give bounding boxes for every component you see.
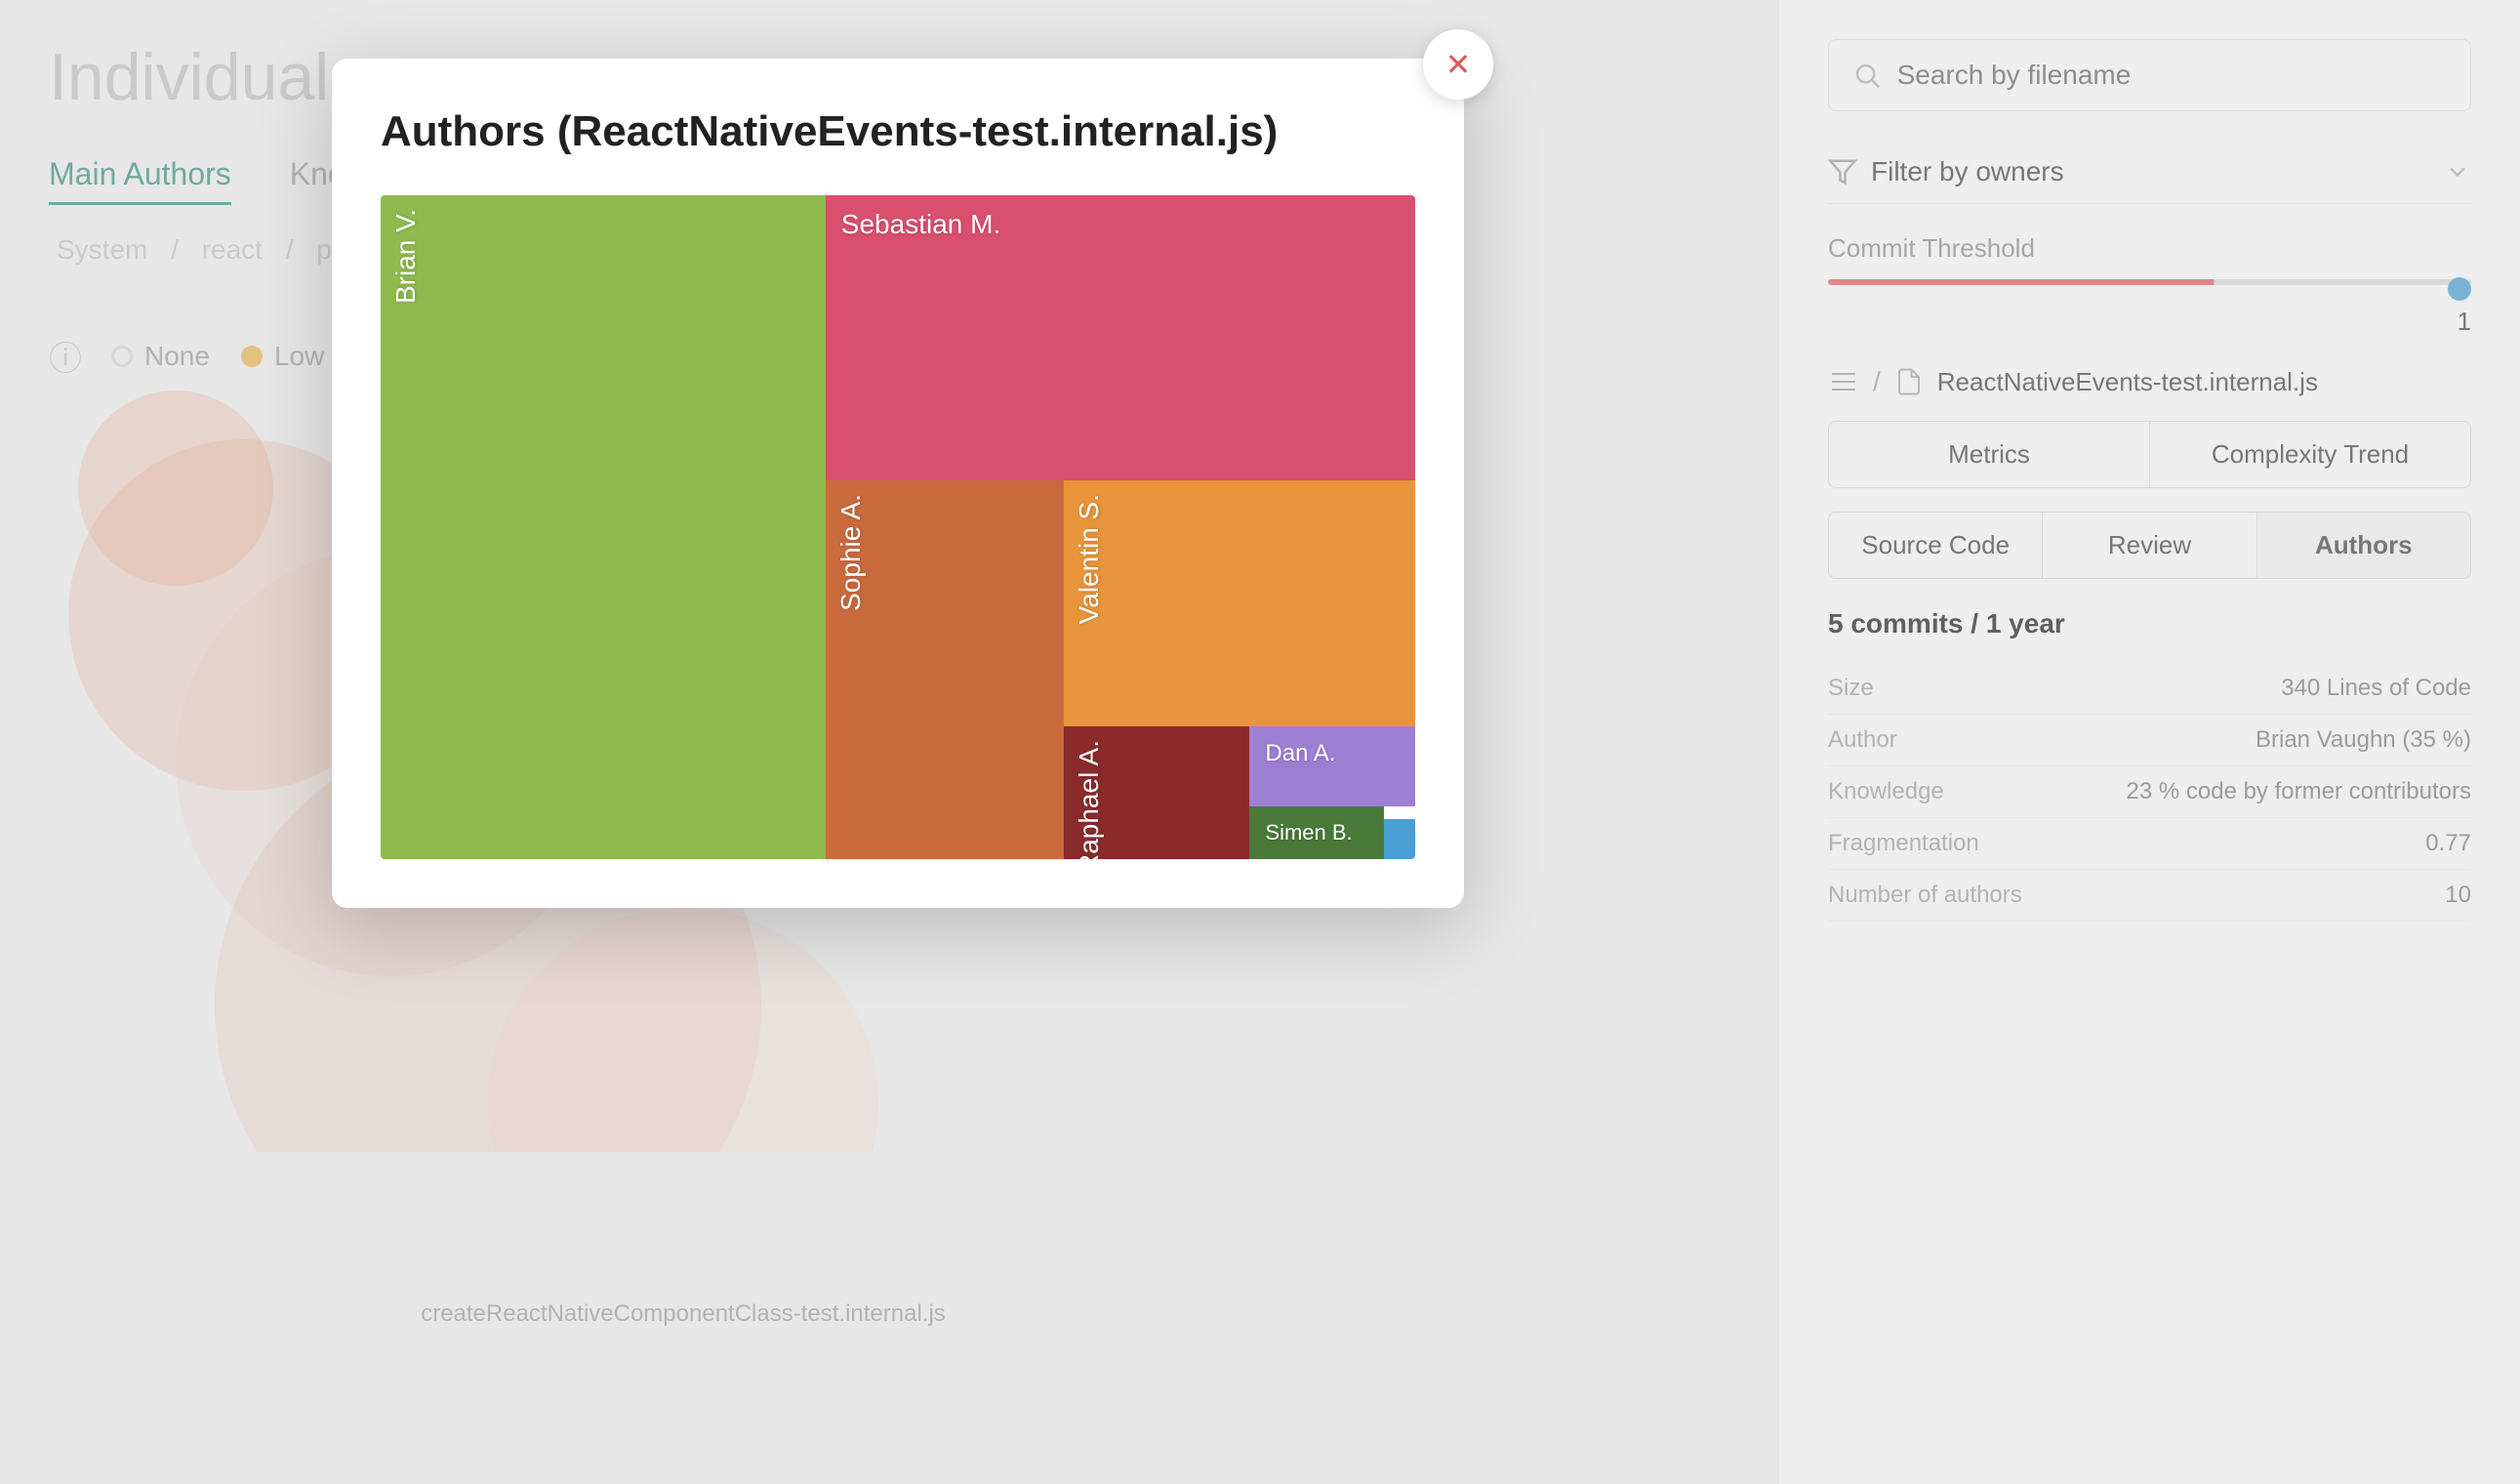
treemap-cell-raphael: Raphael A. (1064, 726, 1250, 859)
treemap-cell-simen: Simen B. (1249, 806, 1384, 859)
treemap-cell-sophie: Sophie A. (826, 480, 1064, 859)
treemap-label-sebastian: Sebastian M. (826, 195, 1016, 254)
treemap-cell-brian: Brian V. (381, 195, 826, 859)
treemap-label-raphael: Raphael A. (1064, 726, 1115, 859)
authors-treemap: Brian V. Sebastian M. Sophie A. Valentin… (381, 195, 1415, 859)
treemap-cell-sebastian: Sebastian M. (826, 195, 1415, 480)
treemap-label-simen: Simen B. (1249, 806, 1367, 859)
modal-title: Authors (ReactNativeEvents-test.internal… (381, 107, 1415, 156)
treemap-label-valentin: Valentin S. (1064, 480, 1115, 638)
treemap-label-brian: Brian V. (381, 195, 431, 317)
treemap-label-dan: Dan A. (1249, 726, 1351, 781)
treemap-cell-small (1384, 819, 1415, 859)
treemap-label-sophie: Sophie A. (826, 480, 876, 625)
modal-close-button[interactable]: ✕ (1423, 29, 1493, 100)
treemap-cell-dan: Dan A. (1249, 726, 1415, 806)
treemap-cell-valentin: Valentin S. (1064, 480, 1415, 726)
authors-modal: ✕ Authors (ReactNativeEvents-test.intern… (332, 59, 1464, 908)
